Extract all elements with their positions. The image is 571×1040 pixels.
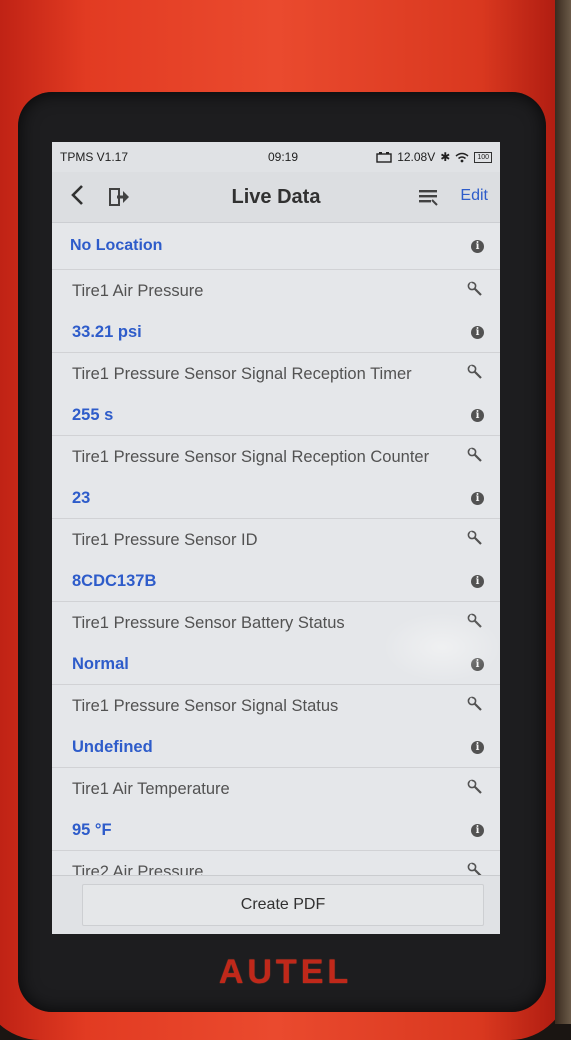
wrench-button[interactable]: [466, 612, 484, 635]
live-data-list: Tire1 Air Pressure 33.21 psi i Tire1 Pressu…: [52, 270, 500, 894]
car-battery-icon: [376, 152, 392, 163]
item-value-row: 23 i: [52, 478, 500, 518]
wrench-button[interactable]: [466, 529, 484, 552]
list-item[interactable]: Tire1 Air Pressure 33.21 psi i: [52, 270, 500, 353]
wrench-icon: [467, 696, 482, 711]
item-value-row: 95 °F i: [52, 810, 500, 850]
edit-button[interactable]: Edit: [460, 187, 488, 205]
list-menu-icon: [419, 190, 438, 206]
device-brand-logo: AUTEL: [218, 953, 353, 991]
item-name: Tire1 Pressure Sensor Signal Status: [72, 696, 339, 715]
list-item[interactable]: Tire1 Pressure Sensor Signal Reception C…: [52, 436, 500, 519]
info-icon[interactable]: i: [471, 657, 484, 671]
item-name-row: Tire1 Air Pressure: [52, 270, 500, 312]
nav-bar: Live Data Edit: [52, 172, 500, 223]
wrench-button[interactable]: [466, 778, 484, 801]
info-icon[interactable]: i: [471, 574, 484, 588]
list-item[interactable]: Tire1 Air Temperature 95 °F i: [52, 768, 500, 851]
item-name: Tire1 Air Pressure: [72, 281, 204, 300]
wrench-button[interactable]: [466, 280, 484, 303]
item-name-row: Tire1 Air Temperature: [52, 768, 500, 810]
item-value-row: 8CDC137B i: [52, 561, 500, 601]
status-icons: 12.08V ✱ 100: [376, 150, 492, 164]
info-icon[interactable]: i: [471, 408, 484, 422]
exit-icon: [109, 188, 129, 206]
item-value-row: Normal i: [52, 644, 500, 684]
clock: 09:19: [268, 150, 299, 164]
bluetooth-icon: ✱: [440, 150, 451, 164]
info-icon[interactable]: i: [471, 823, 484, 837]
app-version: TPMS V1.17: [60, 150, 129, 164]
battery-icon: 100: [474, 151, 492, 163]
list-menu-button[interactable]: [418, 188, 438, 211]
list-item[interactable]: Tire1 Pressure Sensor Signal Status Undef…: [52, 685, 500, 768]
create-pdf-button[interactable]: Create PDF: [82, 884, 484, 926]
wrench-icon: [467, 281, 482, 296]
device-screen: TPMS V1.17 09:19 12.08V ✱ 100 Live Data …: [52, 142, 500, 934]
item-value-row: Undefined i: [52, 727, 500, 767]
item-name-row: Tire1 Pressure Sensor Signal Status: [52, 685, 500, 727]
info-icon[interactable]: i: [471, 325, 484, 339]
item-value: Undefined: [72, 737, 153, 756]
wifi-icon: [455, 152, 469, 162]
item-value: 23: [72, 488, 91, 507]
wrench-icon: [467, 779, 482, 794]
item-value: 255 s: [72, 405, 114, 424]
info-icon[interactable]: i: [471, 491, 484, 505]
chevron-left-icon: [71, 185, 83, 205]
item-name: Tire1 Pressure Sensor Signal Reception T…: [72, 364, 412, 383]
item-name: Tire1 Pressure Sensor Signal Reception C…: [72, 447, 430, 466]
item-name: Tire1 Pressure Sensor ID: [72, 530, 258, 549]
list-item[interactable]: Tire1 Pressure Sensor Signal Reception T…: [52, 353, 500, 436]
bottom-bar: Create PDF: [52, 875, 500, 934]
list-item[interactable]: Tire1 Pressure Sensor ID 8CDC137B i: [52, 519, 500, 602]
voltage-readout: 12.08V: [397, 150, 436, 164]
status-bar: TPMS V1.17 09:19 12.08V ✱ 100: [52, 142, 500, 172]
wrench-icon: [467, 364, 482, 379]
item-name-row: Tire1 Pressure Sensor Signal Reception C…: [52, 436, 500, 478]
wrench-button[interactable]: [466, 446, 484, 469]
exit-button[interactable]: [102, 187, 138, 207]
wrench-icon: [467, 447, 482, 462]
item-value: 33.21 psi: [72, 322, 142, 341]
location-label: No Location: [70, 237, 163, 254]
info-icon[interactable]: i: [471, 740, 484, 754]
location-row[interactable]: No Location i: [52, 223, 500, 270]
back-button[interactable]: [62, 172, 92, 222]
background-edge: [555, 0, 571, 1024]
item-name-row: Tire1 Pressure Sensor ID: [52, 519, 500, 561]
item-value-row: 255 s i: [52, 395, 500, 435]
item-name: Tire1 Air Temperature: [72, 779, 230, 798]
item-name-row: Tire1 Pressure Sensor Signal Reception T…: [52, 353, 500, 395]
item-value: Normal: [72, 654, 129, 673]
wrench-button[interactable]: [466, 363, 484, 386]
list-item[interactable]: Tire1 Pressure Sensor Battery Status Norm…: [52, 602, 500, 685]
info-icon[interactable]: i: [471, 239, 484, 253]
wrench-icon: [467, 530, 482, 545]
item-name: Tire1 Pressure Sensor Battery Status: [72, 613, 345, 632]
item-value: 8CDC137B: [72, 571, 157, 590]
item-value-row: 33.21 psi i: [52, 312, 500, 352]
wrench-icon: [467, 613, 482, 628]
item-name-row: Tire1 Pressure Sensor Battery Status: [52, 602, 500, 644]
wrench-button[interactable]: [466, 695, 484, 718]
item-value: 95 °F: [72, 820, 112, 839]
